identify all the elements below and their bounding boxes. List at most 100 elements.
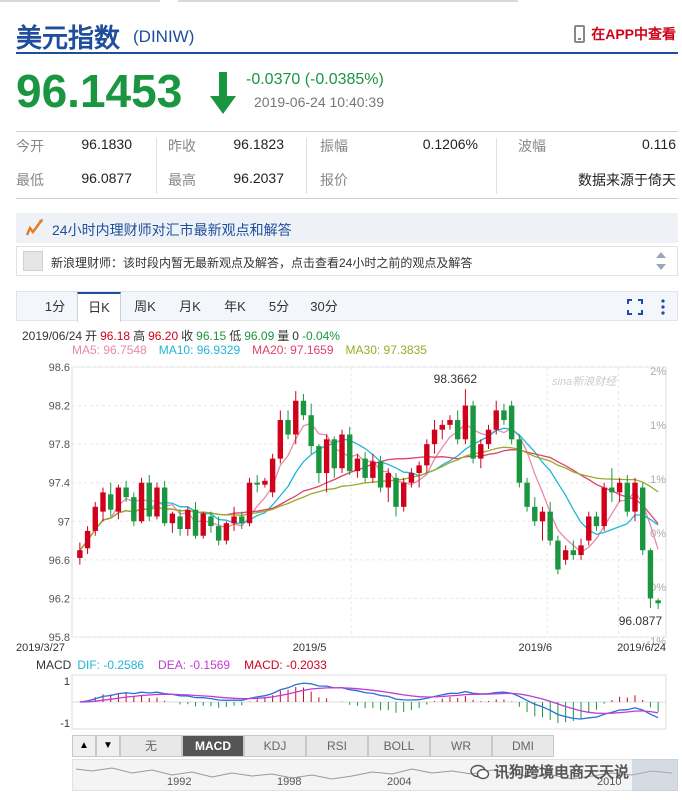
- avatar: [23, 251, 43, 271]
- macd-plot[interactable]: 1 -1: [16, 671, 678, 733]
- candle-body: [547, 511, 553, 541]
- candle: [161, 480, 168, 527]
- candle-body: [92, 506, 98, 531]
- candle-body: [655, 600, 661, 604]
- tab-yearly[interactable]: 年K: [213, 292, 257, 322]
- open-value: 96.18: [100, 329, 131, 343]
- candle: [269, 453, 276, 498]
- candle-body: [269, 458, 276, 493]
- candle-body: [239, 516, 245, 524]
- candle-body: [400, 482, 407, 507]
- candlestick-plot[interactable]: 98.698.297.897.49796.696.295.82%1%1%0%0%…: [16, 355, 678, 655]
- candle-body: [208, 516, 214, 527]
- candle: [339, 429, 345, 474]
- max-annotation: 98.3662: [434, 372, 478, 386]
- stat-value: 96.2037: [233, 170, 284, 186]
- advisor-title: 24小时内理财师对汇市最新观点和解答: [52, 222, 292, 238]
- nav-label: 1998: [277, 776, 301, 788]
- tab-monthly[interactable]: 月K: [168, 292, 212, 322]
- open-label: 开: [85, 329, 98, 343]
- tab-5min[interactable]: 5分: [257, 292, 301, 322]
- stat-value: 96.1830: [81, 136, 132, 152]
- plot-frame: [71, 366, 667, 638]
- indicator-boll[interactable]: BOLL: [368, 735, 430, 757]
- macd-tick-label: -1: [60, 718, 70, 730]
- instrument-code: (DINIW): [133, 27, 195, 46]
- candle-body: [262, 480, 268, 485]
- candle-body: [223, 523, 230, 541]
- candle-body: [77, 550, 83, 558]
- indicator-rsi[interactable]: RSI: [306, 735, 368, 757]
- indicator-dmi[interactable]: DMI: [492, 735, 554, 757]
- tab-1min[interactable]: 1分: [33, 292, 77, 322]
- candle-body: [485, 429, 492, 445]
- candle-body: [454, 420, 461, 440]
- nav-label: 2004: [387, 776, 411, 788]
- more-icon[interactable]: [661, 299, 665, 315]
- close-label: 收: [181, 329, 194, 343]
- page-header: 美元指数 (DINIW) 在APP中查看: [16, 16, 678, 56]
- candle-body: [154, 487, 160, 517]
- candle-body: [300, 400, 307, 416]
- wechat-icon: [470, 764, 490, 779]
- y-tick-label: 97.8: [49, 439, 70, 451]
- candle-body: [640, 487, 646, 551]
- advisor-header[interactable]: 24小时内理财师对汇市最新观点和解答: [16, 213, 678, 243]
- y-tick-label: 96.6: [49, 555, 70, 567]
- sina-watermark: sina新浪财经: [552, 375, 617, 388]
- candle-body: [231, 516, 237, 524]
- candle-body: [354, 458, 361, 472]
- candle-body: [254, 482, 260, 485]
- indicator-wr[interactable]: WR: [430, 735, 492, 757]
- indicator-none[interactable]: 无: [120, 735, 182, 757]
- volume-label: 量: [277, 329, 290, 343]
- tab-daily[interactable]: 日K: [77, 292, 121, 322]
- min-annotation: 96.0877: [619, 614, 663, 628]
- candle-body: [131, 497, 137, 522]
- candle-body: [439, 424, 445, 430]
- y-tick-label: 97: [58, 516, 70, 528]
- tab-30min[interactable]: 30分: [302, 292, 346, 322]
- y-tick-label: 97.4: [49, 478, 70, 490]
- advisor-message[interactable]: 新浪理财师：该时段内暂无最新观点及解答，点击查看24小时之前的观点及解答: [16, 246, 678, 276]
- prev-indicator-button[interactable]: ▲: [72, 735, 96, 757]
- stat-label: 昨收: [168, 138, 196, 154]
- candle-body: [462, 405, 469, 440]
- open-in-app-link[interactable]: 在APP中查看: [574, 24, 676, 44]
- candle-body: [424, 444, 430, 466]
- candle: [92, 502, 98, 536]
- pct-tick-label: 2%: [650, 366, 666, 378]
- candle-body: [609, 487, 615, 493]
- next-indicator-button[interactable]: ▼: [96, 735, 120, 757]
- instrument-name: 美元指数: [16, 24, 121, 54]
- ohlc-readout: 2019/06/24 开 96.18 高 96.20 收 96.15 低 96.09 量 0 -0.0…: [22, 327, 343, 344]
- stat-value: 96.1823: [233, 136, 284, 152]
- indicator-macd[interactable]: MACD: [182, 735, 244, 757]
- stat-value: 0.116: [642, 136, 676, 152]
- low-label: 低: [229, 329, 242, 343]
- candle-body: [331, 439, 338, 469]
- pct-change: -0.04%: [301, 329, 340, 343]
- nav-label: 1992: [167, 776, 191, 788]
- y-tick-label: 98.6: [49, 362, 70, 374]
- candle-body: [84, 530, 91, 549]
- scroll-arrows-icon[interactable]: [655, 250, 667, 272]
- candle-body: [478, 444, 484, 459]
- candle-body: [192, 509, 199, 536]
- candle-body: [447, 420, 453, 425]
- fullscreen-icon[interactable]: [627, 299, 643, 315]
- candle: [154, 482, 160, 520]
- x-tick-label: 2019/6: [518, 642, 552, 654]
- candle-body: [215, 526, 222, 541]
- header-rule: [16, 52, 678, 54]
- stat-label: 波幅: [518, 138, 546, 154]
- advisor-panel: 24小时内理财师对汇市最新观点和解答 新浪理财师：该时段内暂无最新观点及解答，点…: [16, 213, 678, 277]
- candle: [640, 482, 646, 556]
- candle-body: [285, 420, 291, 435]
- tab-weekly[interactable]: 周K: [123, 292, 167, 322]
- candle-body: [293, 400, 299, 435]
- candle-body: [493, 410, 499, 430]
- stat-value: 数据来源于倚天: [578, 172, 676, 188]
- phone-icon: [574, 25, 586, 43]
- indicator-kdj[interactable]: KDJ: [244, 735, 306, 757]
